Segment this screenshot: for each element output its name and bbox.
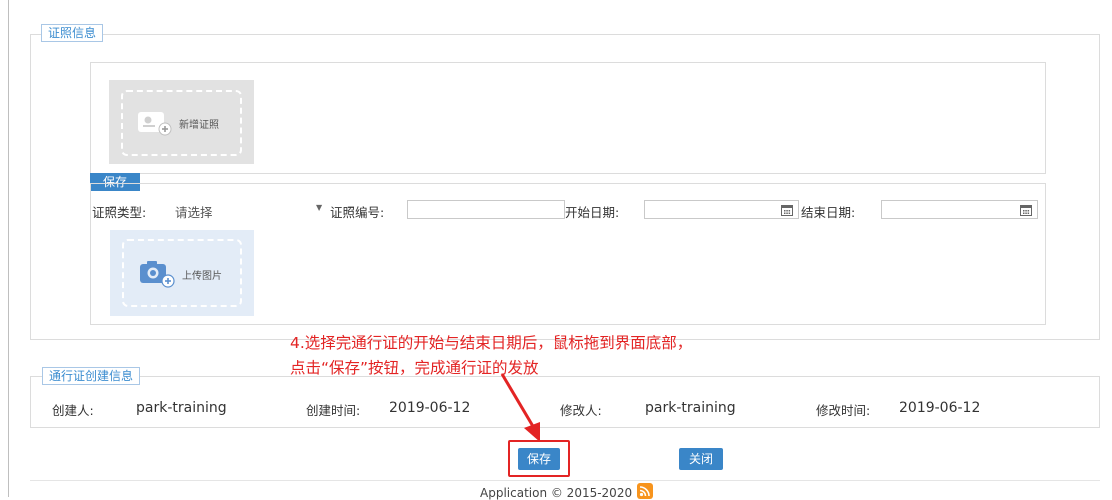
creator-label: 创建人:: [52, 403, 94, 418]
save-button[interactable]: 保存: [518, 448, 560, 470]
add-cert-label: 新增证照: [179, 120, 219, 131]
created-time-label: 创建时间:: [306, 403, 361, 418]
dropdown-arrow-icon: ▼: [316, 203, 323, 212]
start-date-label: 开始日期:: [565, 205, 620, 220]
created-time-value: 2019-06-12: [389, 400, 471, 416]
id-card-add-icon: [138, 112, 172, 136]
cert-info-legend: 证照信息: [41, 24, 104, 42]
upload-image-label: 上传图片: [182, 271, 222, 282]
start-date-input[interactable]: [644, 200, 799, 219]
cert-type-label: 证照类型:: [92, 205, 147, 220]
camera-add-icon: [140, 261, 175, 288]
cert-number-label: 证照编号:: [330, 205, 385, 220]
arrow-annotation-icon: [500, 373, 540, 442]
footer-divider: [30, 480, 1100, 481]
end-date-input[interactable]: [881, 200, 1038, 219]
creator-value: park-training: [136, 400, 227, 416]
cert-type-selected: 请选择: [175, 205, 213, 220]
modified-time-label: 修改时间:: [816, 403, 871, 418]
annotation-line-1: 4.选择完通行证的开始与结束日期后，鼠标拖到界面底部，: [290, 334, 693, 352]
cert-number-input[interactable]: [407, 200, 565, 219]
upload-image-tile[interactable]: 上传图片: [110, 230, 254, 316]
end-date-label: 结束日期:: [801, 205, 856, 220]
calendar-icon[interactable]: [1020, 204, 1032, 216]
modifier-label: 修改人:: [560, 403, 602, 418]
calendar-icon[interactable]: [781, 204, 793, 216]
left-border-line: [8, 0, 9, 497]
modified-time-value: 2019-06-12: [899, 400, 981, 416]
modifier-value: park-training: [645, 400, 736, 416]
footer-text: Application © 2015-2020: [480, 486, 633, 500]
create-info-legend: 通行证创建信息: [42, 367, 141, 385]
cert-type-select[interactable]: 请选择 ▼: [170, 200, 328, 220]
close-button[interactable]: 关闭: [679, 448, 723, 470]
add-cert-tile[interactable]: 新增证照: [109, 80, 254, 164]
